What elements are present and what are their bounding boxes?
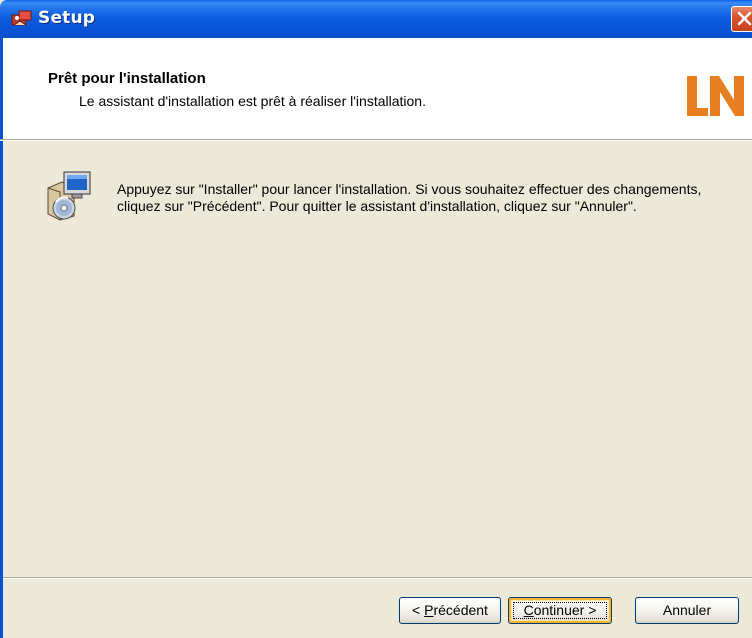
ready-message: Appuyez sur "Installer" pour lancer l'in… <box>117 181 702 214</box>
cancel-button[interactable]: Annuler <box>635 597 739 624</box>
setup-package-icon <box>47 171 91 221</box>
page-subtitle: Le assistant d'installation est prêt à r… <box>79 93 426 109</box>
setup-window: Setup Prêt pour l'installation Le assist… <box>0 0 752 638</box>
continue-button-mnemonic: C <box>523 602 534 618</box>
back-button-prefix: < <box>412 602 425 618</box>
back-button-label: < Précédent <box>412 602 488 618</box>
page-title: Prêt pour l'installation <box>48 70 206 87</box>
footer-divider-highlight <box>3 578 752 579</box>
cancel-button-label: Annuler <box>662 602 712 618</box>
continue-button-text: ontinuer <box>533 602 585 618</box>
back-button-text: récédent <box>433 602 488 618</box>
header-divider-highlight <box>0 140 752 141</box>
window-left-border <box>0 141 3 638</box>
title-bar[interactable]: Setup <box>0 0 752 38</box>
continue-button[interactable]: Continuer > <box>508 597 612 624</box>
close-icon <box>737 11 752 26</box>
close-button[interactable] <box>731 6 752 32</box>
setup-app-icon <box>11 10 32 26</box>
ln-logo <box>687 76 744 116</box>
back-button[interactable]: < Précédent <box>399 597 501 624</box>
continue-button-suffix: > <box>584 602 597 618</box>
window-title: Setup <box>38 8 96 28</box>
header-panel <box>0 38 752 139</box>
continue-button-label: Continuer > <box>524 602 597 618</box>
